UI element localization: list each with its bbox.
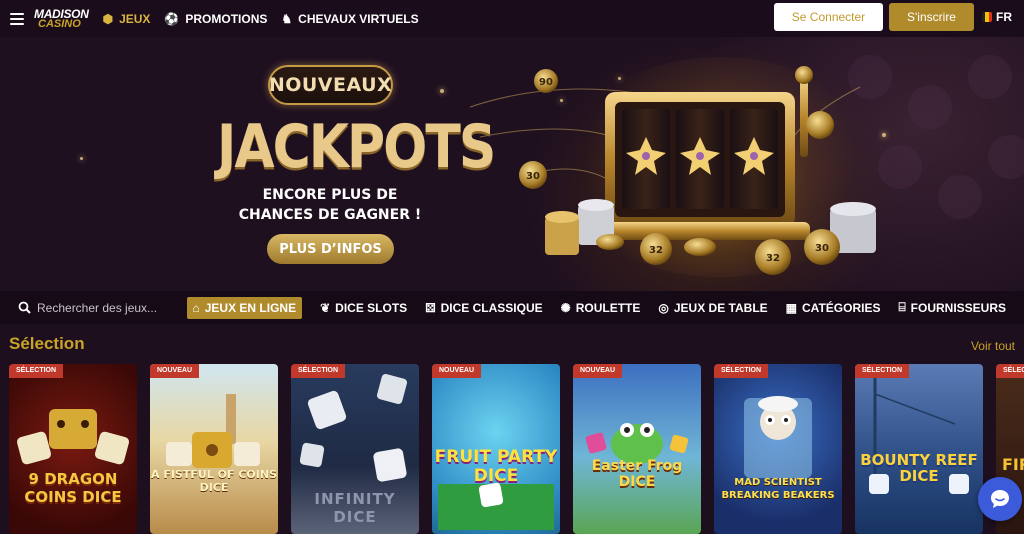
cherry-icon: ❦ <box>320 300 331 315</box>
category-fournisseurs[interactable]: ⌸ FOURNISSEURS <box>898 300 1006 315</box>
main-nav: ⬢ JEUX ⚽ PROMOTIONS ♞ CHEVAUX VIRTUELS <box>103 12 433 26</box>
see-all-link[interactable]: Voir tout <box>971 339 1015 353</box>
game-title: A FISTFUL OF COINS DICE <box>150 468 277 494</box>
dice-icon: ⬢ <box>102 11 114 26</box>
category-bar: Rechercher des jeux... ⌂ JEUX EN LIGNE ❦… <box>0 291 1024 324</box>
game-tile[interactable]: SÉLECTION 9 DRAGON COINS DICE <box>9 364 137 534</box>
building-icon: ⌸ <box>898 300 906 314</box>
game-title: FIRE <box>1002 455 1024 474</box>
hamburger-icon[interactable] <box>10 12 24 25</box>
hero-subtitle-line1: ENCORE PLUS DE <box>262 187 398 203</box>
category-label: ROULETTE <box>575 300 641 315</box>
game-tile[interactable]: NOUVEAU Easter Frog DICE <box>573 364 701 534</box>
game-artwork <box>744 396 812 478</box>
game-title: BOUNTY REEF DICE <box>860 451 978 485</box>
game-title: FRUIT PARTY DICE <box>434 447 558 486</box>
category-dice-slots[interactable]: ❦ DICE SLOTS <box>320 301 407 315</box>
game-tile[interactable]: NOUVEAU A FISTFUL OF COINS DICE <box>150 364 278 534</box>
dice-icon: ⚄ <box>425 300 436 315</box>
chip-label: 90 <box>539 77 553 88</box>
top-navigation: MADISON CASINO ⬢ JEUX ⚽ PROMOTIONS ♞ CHE… <box>0 0 1024 37</box>
nav-item-promotions[interactable]: ⚽ PROMOTIONS <box>164 12 267 26</box>
logo[interactable]: MADISON CASINO <box>34 6 89 30</box>
chip-label: 30 <box>815 243 829 254</box>
game-artwork <box>869 378 969 494</box>
category-label: DICE SLOTS <box>335 300 408 315</box>
category-jeux-en-ligne[interactable]: ⌂ JEUX EN LIGNE <box>186 296 303 319</box>
search-placeholder: Rechercher des jeux... <box>37 300 158 315</box>
signup-button[interactable]: S'inscrire <box>889 3 974 31</box>
sparkle <box>440 89 444 93</box>
game-artwork <box>166 394 260 468</box>
nav-item-jeux[interactable]: ⬢ JEUX <box>103 12 151 26</box>
game-badge: SÉLECTION <box>996 364 1024 378</box>
category-label: FOURNISSEURS <box>910 300 1006 315</box>
home-icon: ⌂ <box>192 300 200 315</box>
category-label: JEUX DE TABLE <box>673 300 768 315</box>
nav-item-label: CHEVAUX VIRTUELS <box>298 11 419 26</box>
game-carousel: SÉLECTION 9 DRAGON COINS DICE NOUVEAU A … <box>9 364 1024 534</box>
game-title: MAD SCIENTIST BREAKING BEAKERS <box>721 477 835 501</box>
horse-icon: ♞ <box>281 11 293 26</box>
chip-icon: ◎ <box>658 300 669 315</box>
game-tile[interactable]: SÉLECTION BOUNTY REEF DICE <box>855 364 983 534</box>
account-actions: Se Connecter S'inscrire FR <box>774 3 1024 31</box>
nav-item-label: JEUX <box>119 11 151 26</box>
soccer-ball-icon: ⚽ <box>164 11 180 26</box>
sparkle <box>560 99 563 102</box>
chat-bubble-icon <box>991 490 1009 508</box>
hero-banner[interactable]: 90 30 32 30 32 NOUVEAUX JACKPOTS ENCORE … <box>0 37 1024 291</box>
nav-item-label: PROMOTIONS <box>185 11 268 26</box>
chip-label: 32 <box>766 253 780 264</box>
search-icon <box>18 301 31 314</box>
game-title: Easter Frog DICE <box>591 458 683 490</box>
language-label: FR <box>996 10 1012 24</box>
login-button[interactable]: Se Connecter <box>774 3 883 31</box>
sparkle <box>618 77 621 80</box>
selection-section: Sélection Voir tout SÉLECTION 9 DRAGON C… <box>0 324 1024 534</box>
belgium-flag-icon <box>982 12 992 22</box>
logo-line2: CASINO <box>38 17 81 30</box>
category-roulette[interactable]: ✺ ROULETTE <box>561 301 641 315</box>
chip-label: 32 <box>649 245 663 256</box>
category-label: DICE CLASSIQUE <box>440 300 543 315</box>
hero-title: JACKPOTS <box>217 113 496 182</box>
roulette-icon: ✺ <box>560 300 571 315</box>
hero-subtitle-line2: CHANCES DE GAGNER ! <box>238 207 422 223</box>
grid-icon: ▦ <box>785 300 797 315</box>
game-artwork <box>585 423 689 464</box>
category-label: JEUX EN LIGNE <box>204 300 297 315</box>
game-artwork <box>17 409 129 465</box>
more-info-button[interactable]: PLUS D’INFOS <box>267 234 394 264</box>
language-selector[interactable]: FR <box>982 10 1012 24</box>
casino-chips: 90 30 32 30 32 <box>519 69 840 275</box>
hero-subtitle: ENCORE PLUS DE CHANCES DE GAGNER ! <box>230 185 430 225</box>
game-tile[interactable]: SÉLECTION MAD SCIENTIST BREAKING BEAKERS <box>714 364 842 534</box>
game-tile[interactable]: SÉLECTION INFINITY DICE <box>291 364 419 534</box>
logo-line1: MADISON <box>34 6 89 21</box>
search-input[interactable]: Rechercher des jeux... <box>18 301 187 315</box>
hero-tag: NOUVEAUX <box>268 65 393 105</box>
game-title: 9 DRAGON COINS DICE <box>24 470 122 506</box>
sparkle <box>882 133 886 137</box>
chat-button[interactable] <box>978 477 1022 521</box>
category-dice-classique[interactable]: ⚄ DICE CLASSIQUE <box>425 301 542 315</box>
game-title: INFINITY DICE <box>314 490 396 526</box>
game-tile[interactable]: NOUVEAU FRUIT PARTY DICE <box>432 364 560 534</box>
sparkle <box>80 157 83 160</box>
category-categories[interactable]: ▦ CATÉGORIES <box>786 301 881 315</box>
category-jeux-de-table[interactable]: ◎ JEUX DE TABLE <box>658 301 767 315</box>
section-title: Sélection <box>9 334 85 353</box>
category-label: CATÉGORIES <box>802 300 881 315</box>
chip-label: 30 <box>526 171 540 182</box>
nav-item-chevaux-virtuels[interactable]: ♞ CHEVAUX VIRTUELS <box>281 12 418 26</box>
